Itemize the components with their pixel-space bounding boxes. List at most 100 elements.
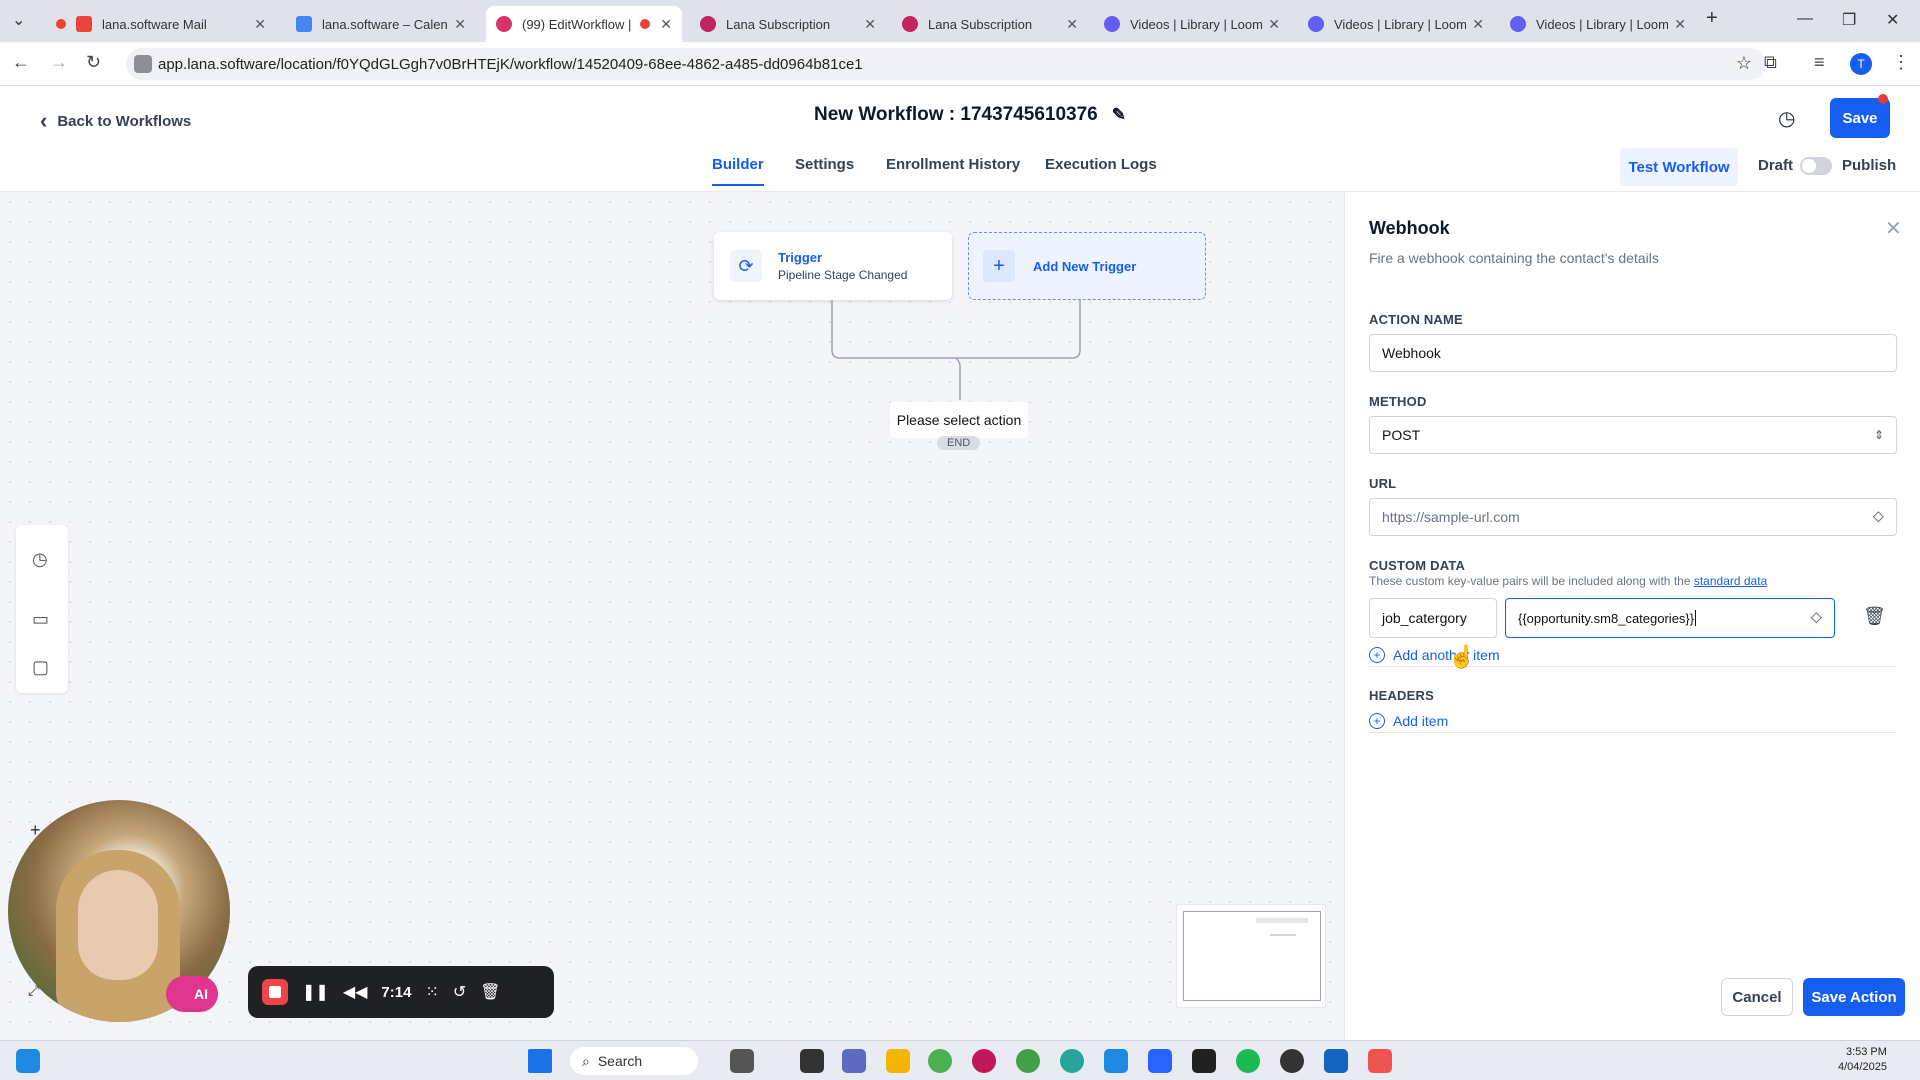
chevron-left-icon: ‹ — [40, 108, 48, 133]
history-icon[interactable]: ◷ — [32, 549, 48, 570]
recording-toolbar: ❚❚ ◀◀ 7:14 ⁙ ↺ 🗑 — [248, 966, 554, 1018]
standard-data-link[interactable]: standard data — [1694, 574, 1767, 588]
rewind-icon[interactable]: ◀◀ — [343, 982, 368, 1002]
minimize-icon[interactable]: — — [1797, 10, 1813, 28]
note-icon[interactable]: ▢ — [32, 657, 49, 678]
back-to-workflows-link[interactable]: ‹ Back to Workflows — [40, 108, 191, 134]
spotify-icon[interactable] — [1236, 1049, 1260, 1073]
action-name-input[interactable]: Webhook — [1369, 334, 1897, 372]
close-tab-icon[interactable]: ✕ — [660, 16, 672, 33]
trigger-card[interactable]: ⟳ Trigger Pipeline Stage Changed — [714, 232, 952, 300]
test-workflow-button[interactable]: Test Workflow — [1620, 148, 1738, 186]
chrome-profile-icon[interactable] — [972, 1049, 996, 1073]
publish-toggle[interactable] — [1800, 157, 1832, 175]
panel-description: Fire a webhook containing the contact's … — [1369, 250, 1659, 266]
url-text: app.lana.software/location/f0YQdGLGgh7v0… — [158, 55, 863, 73]
method-select[interactable]: POST ⇕ — [1369, 416, 1897, 454]
tab-settings[interactable]: Settings — [795, 156, 854, 173]
close-tab-icon[interactable]: ✕ — [1472, 16, 1484, 33]
close-window-icon[interactable]: ✕ — [1886, 10, 1899, 30]
media-icon[interactable]: ≡ — [1814, 52, 1825, 73]
comment-icon[interactable]: ▭ — [32, 609, 49, 630]
close-icon[interactable]: ✕ — [1885, 216, 1902, 241]
add-header-item-link[interactable]: + Add item — [1369, 713, 1448, 729]
custom-data-label: CUSTOM DATA — [1369, 558, 1466, 573]
history-icon[interactable]: ◷ — [1778, 106, 1795, 131]
browser-tab-3-active[interactable]: (99) EditWorkflow | ✕ — [486, 6, 682, 42]
photos-icon[interactable] — [730, 1049, 754, 1073]
restore-icon[interactable]: ❐ — [1842, 10, 1856, 30]
extensions-icon[interactable]: ⧉ — [1764, 52, 1777, 73]
tab-search-icon[interactable]: ⌄ — [12, 10, 25, 30]
chrome-alt-icon[interactable] — [1060, 1049, 1084, 1073]
add-item-label: Add item — [1393, 713, 1449, 729]
workflow-title-text: New Workflow : 1743745610376 — [814, 104, 1098, 125]
save-action-button[interactable]: Save Action — [1803, 978, 1905, 1016]
chrome-active-icon[interactable] — [1016, 1049, 1040, 1073]
pause-icon[interactable]: ❚❚ — [302, 982, 329, 1002]
browser-tab-7[interactable]: Videos | Library | Loom ✕ — [1298, 6, 1494, 42]
restart-icon[interactable]: ↺ — [453, 982, 466, 1002]
system-clock[interactable]: 3:53 PM 4/04/2025 — [1838, 1045, 1887, 1075]
zoom-icon[interactable] — [1148, 1049, 1172, 1073]
profile-avatar[interactable]: T — [1850, 53, 1872, 75]
close-tab-icon[interactable]: ✕ — [1066, 16, 1078, 33]
windows-start-icon[interactable] — [528, 1049, 552, 1073]
forward-arrow-icon[interactable]: → — [50, 52, 68, 73]
url-input[interactable]: https://sample-url.com ⬦ — [1369, 498, 1897, 536]
close-tab-icon[interactable]: ✕ — [454, 16, 466, 33]
terminal-icon[interactable] — [800, 1049, 824, 1073]
tab-enrollment-history[interactable]: Enrollment History — [886, 156, 1020, 173]
bookmark-star-icon[interactable]: ☆ — [1736, 53, 1752, 74]
close-tab-icon[interactable]: ✕ — [254, 16, 266, 33]
ai-badge[interactable]: AI — [166, 976, 218, 1012]
select-action-node[interactable]: Please select action — [890, 402, 1028, 438]
canvas-minimap[interactable] — [1176, 904, 1326, 1008]
loom-icon — [1510, 16, 1526, 32]
save-button[interactable]: Save — [1830, 98, 1890, 138]
tag-icon[interactable]: ⬦ — [1811, 609, 1822, 627]
pencil-edit-icon[interactable]: ✎ — [1112, 105, 1126, 125]
browser-tab-5[interactable]: Lana Subscription ✕ — [892, 6, 1088, 42]
site-info-icon[interactable] — [134, 55, 152, 73]
close-tab-icon[interactable]: ✕ — [864, 16, 876, 33]
reload-icon[interactable]: ↻ — [86, 52, 101, 73]
address-bar[interactable]: app.lana.software/location/f0YQdGLGgh7v0… — [126, 48, 1766, 80]
grid-icon[interactable]: ⁙ — [425, 982, 438, 1002]
new-tab-icon[interactable]: + — [1706, 7, 1718, 30]
delete-recording-icon[interactable]: 🗑 — [480, 982, 500, 1002]
snipping-tool-icon[interactable] — [1368, 1049, 1392, 1073]
add-another-item-link[interactable]: + Add another item — [1369, 647, 1500, 663]
browser-tab-1[interactable]: lana.software Mail ✕ — [46, 6, 276, 42]
loom-icon — [1308, 16, 1324, 32]
trash-icon[interactable]: 🗑 — [1863, 606, 1886, 627]
taskbar-search[interactable]: ⌕ Search — [570, 1047, 698, 1075]
close-tab-icon[interactable]: ✕ — [1268, 16, 1280, 33]
tab-execution-logs[interactable]: Execution Logs — [1045, 156, 1157, 173]
messenger-icon[interactable] — [1104, 1049, 1128, 1073]
browser-toolbar: ← → ↻ app.lana.software/location/f0YQdGL… — [0, 42, 1920, 86]
cancel-button[interactable]: Cancel — [1721, 978, 1793, 1016]
tab-title: (99) EditWorkflow | — [522, 16, 632, 32]
browser-menu-icon[interactable]: ⋮ — [1892, 52, 1910, 73]
browser-tab-8[interactable]: Videos | Library | Loom ✕ — [1500, 6, 1696, 42]
notes-icon[interactable] — [1192, 1049, 1216, 1073]
teams-icon[interactable] — [842, 1049, 866, 1073]
browser-tab-4[interactable]: Lana Subscription ✕ — [690, 6, 886, 42]
close-tab-icon[interactable]: ✕ — [1674, 16, 1686, 33]
browser-tab-6[interactable]: Videos | Library | Loom ✕ — [1094, 6, 1290, 42]
tab-builder[interactable]: Builder — [712, 156, 764, 186]
chrome-icon[interactable] — [928, 1049, 952, 1073]
notification-dot — [1878, 94, 1888, 104]
remote-desktop-icon[interactable] — [1324, 1049, 1348, 1073]
custom-value-input[interactable]: {{opportunity.sm8_categories}} ⬦ — [1505, 598, 1835, 638]
widgets-icon[interactable] — [16, 1049, 40, 1073]
stop-recording-button[interactable] — [262, 979, 288, 1005]
tag-icon[interactable]: ⬦ — [1873, 508, 1884, 526]
browser-tab-2[interactable]: lana.software – Calendar ✕ — [286, 6, 476, 42]
custom-key-input[interactable]: job_catergory — [1369, 598, 1497, 638]
file-explorer-icon[interactable] — [886, 1049, 910, 1073]
app-icon[interactable] — [1280, 1049, 1304, 1073]
back-arrow-icon[interactable]: ← — [12, 52, 30, 73]
add-new-trigger-card[interactable]: + Add New Trigger — [968, 232, 1206, 300]
